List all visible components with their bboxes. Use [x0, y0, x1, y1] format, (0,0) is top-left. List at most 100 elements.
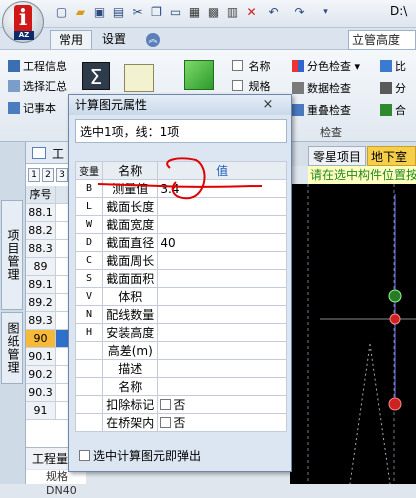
notepad-button[interactable]: 记事本: [8, 100, 56, 118]
search-input[interactable]: 立管高度: [348, 30, 416, 50]
grid-tab-1[interactable]: 1: [28, 168, 40, 182]
dialog-title[interactable]: 计算图元属性: [69, 95, 291, 115]
property-var: H: [74, 323, 104, 342]
save-icon[interactable]: ▣: [92, 5, 107, 20]
table-row[interactable]: 89: [26, 258, 56, 276]
property-value-text: 否: [173, 398, 186, 412]
value-column-header: 值: [157, 161, 287, 180]
property-row[interactable]: V 体积: [74, 287, 287, 306]
grid-tab-2[interactable]: 2: [42, 168, 54, 182]
save-all-icon[interactable]: ▩: [206, 5, 221, 20]
compare-button[interactable]: 比: [380, 58, 406, 76]
component-cube-icon[interactable]: [184, 60, 214, 90]
tab-common[interactable]: 常用: [50, 30, 93, 49]
grid-tab-3[interactable]: 3: [56, 168, 68, 182]
property-checkbox[interactable]: [160, 417, 172, 428]
property-value[interactable]: [157, 305, 287, 324]
table-row[interactable]: 90.3: [26, 384, 56, 402]
property-var: B: [74, 179, 104, 198]
table-row[interactable]: 88.3: [26, 240, 56, 258]
property-value[interactable]: [157, 197, 287, 216]
project-management-tab[interactable]: 项目管理: [1, 200, 23, 310]
tab-sporadic-items[interactable]: 零星项目: [308, 146, 367, 166]
sum-icon[interactable]: Σ: [82, 62, 110, 90]
tab-basement[interactable]: 地下室暗: [367, 146, 416, 184]
collapse-ribbon-icon[interactable]: ︽: [146, 33, 160, 47]
property-row[interactable]: 高差(m): [74, 341, 287, 360]
property-value[interactable]: [157, 377, 287, 396]
node-red-upper[interactable]: [389, 313, 401, 325]
property-checkbox[interactable]: [160, 399, 172, 410]
property-value[interactable]: [157, 359, 287, 378]
property-row[interactable]: C 截面周长: [74, 251, 287, 270]
property-value[interactable]: [157, 251, 287, 270]
property-row[interactable]: D 截面直径 40: [74, 233, 287, 252]
property-row[interactable]: B 测量值 3.4: [74, 179, 287, 198]
popup-on-select-option[interactable]: 选中计算图元即弹出: [75, 445, 287, 467]
node-green[interactable]: [388, 289, 402, 303]
split-button[interactable]: 分: [380, 80, 406, 98]
table-row[interactable]: 90.1: [26, 348, 56, 366]
property-value[interactable]: [157, 323, 287, 342]
property-value[interactable]: [157, 269, 287, 288]
table-row[interactable]: 88.1: [26, 204, 56, 222]
drawing-management-tab[interactable]: 图纸管理: [1, 312, 23, 384]
property-row[interactable]: N 配线数量: [74, 305, 287, 324]
property-value[interactable]: 3.4: [157, 179, 287, 198]
color-check-button[interactable]: 分色检查 ▾: [292, 58, 360, 76]
property-row[interactable]: S 截面面积: [74, 269, 287, 288]
seq-column-header[interactable]: 序号: [26, 186, 56, 204]
report-icon[interactable]: [124, 64, 154, 92]
notepad-label: 记事本: [23, 102, 56, 115]
property-value[interactable]: 否: [157, 395, 287, 414]
saveas-icon[interactable]: ▤: [111, 5, 126, 20]
project-info-button[interactable]: 工程信息: [8, 58, 67, 76]
close-icon[interactable]: ×: [260, 97, 276, 113]
property-var: D: [74, 233, 104, 252]
app-logo[interactable]: i AZ: [2, 1, 44, 43]
tab-settings[interactable]: 设置: [94, 30, 134, 49]
property-row[interactable]: W 截面宽度: [74, 215, 287, 234]
new-icon[interactable]: ▢: [54, 5, 69, 20]
paste-special-icon[interactable]: ▦: [187, 5, 202, 20]
property-value[interactable]: [157, 215, 287, 234]
spec-checkbox-box[interactable]: [232, 80, 243, 91]
popup-checkbox[interactable]: [79, 450, 90, 461]
delete-icon[interactable]: ✕: [244, 5, 259, 20]
open-icon[interactable]: ▰: [73, 5, 88, 20]
customize-dropdown-icon[interactable]: ▾: [318, 5, 333, 20]
data-check-button[interactable]: 数据检查: [292, 80, 351, 98]
table-row[interactable]: 90.2: [26, 366, 56, 384]
undo-icon[interactable]: ↶: [266, 5, 281, 20]
table-row[interactable]: 91: [26, 402, 56, 420]
property-row[interactable]: 描述: [74, 359, 287, 378]
copy-icon[interactable]: ❐: [149, 5, 164, 20]
table-row[interactable]: 89.3: [26, 312, 56, 330]
name-checkbox[interactable]: 名称: [232, 58, 271, 76]
property-row[interactable]: H 安装高度: [74, 323, 287, 342]
grid-view-icon[interactable]: [32, 147, 46, 159]
table-row[interactable]: 89.2: [26, 294, 56, 312]
select-summary-button[interactable]: 选择汇总: [8, 78, 67, 96]
node-red-lower[interactable]: [388, 397, 402, 411]
property-row[interactable]: 扣除标记 否: [74, 395, 287, 414]
paste-icon[interactable]: ▭: [168, 5, 183, 20]
table-row[interactable]: 88.2: [26, 222, 56, 240]
cut-icon[interactable]: ✂: [130, 5, 145, 20]
property-value[interactable]: [157, 341, 287, 360]
property-value[interactable]: 否: [157, 413, 287, 432]
property-value[interactable]: [157, 287, 287, 306]
redo-icon[interactable]: ↷: [292, 5, 307, 20]
property-row[interactable]: L 截面长度: [74, 197, 287, 216]
property-row[interactable]: 在桥架内 否: [74, 413, 287, 432]
table-row[interactable]: 90: [26, 330, 56, 348]
table-row[interactable]: 89.1: [26, 276, 56, 294]
drawing-canvas[interactable]: [290, 184, 416, 485]
overlap-check-button[interactable]: 重叠检查: [292, 102, 351, 120]
print-icon[interactable]: ▥: [225, 5, 240, 20]
property-value-text: 40: [160, 235, 176, 250]
merge-button[interactable]: 合: [380, 102, 406, 120]
property-value[interactable]: 40: [157, 233, 287, 252]
property-row[interactable]: 名称: [74, 377, 287, 396]
name-checkbox-box[interactable]: [232, 60, 243, 71]
